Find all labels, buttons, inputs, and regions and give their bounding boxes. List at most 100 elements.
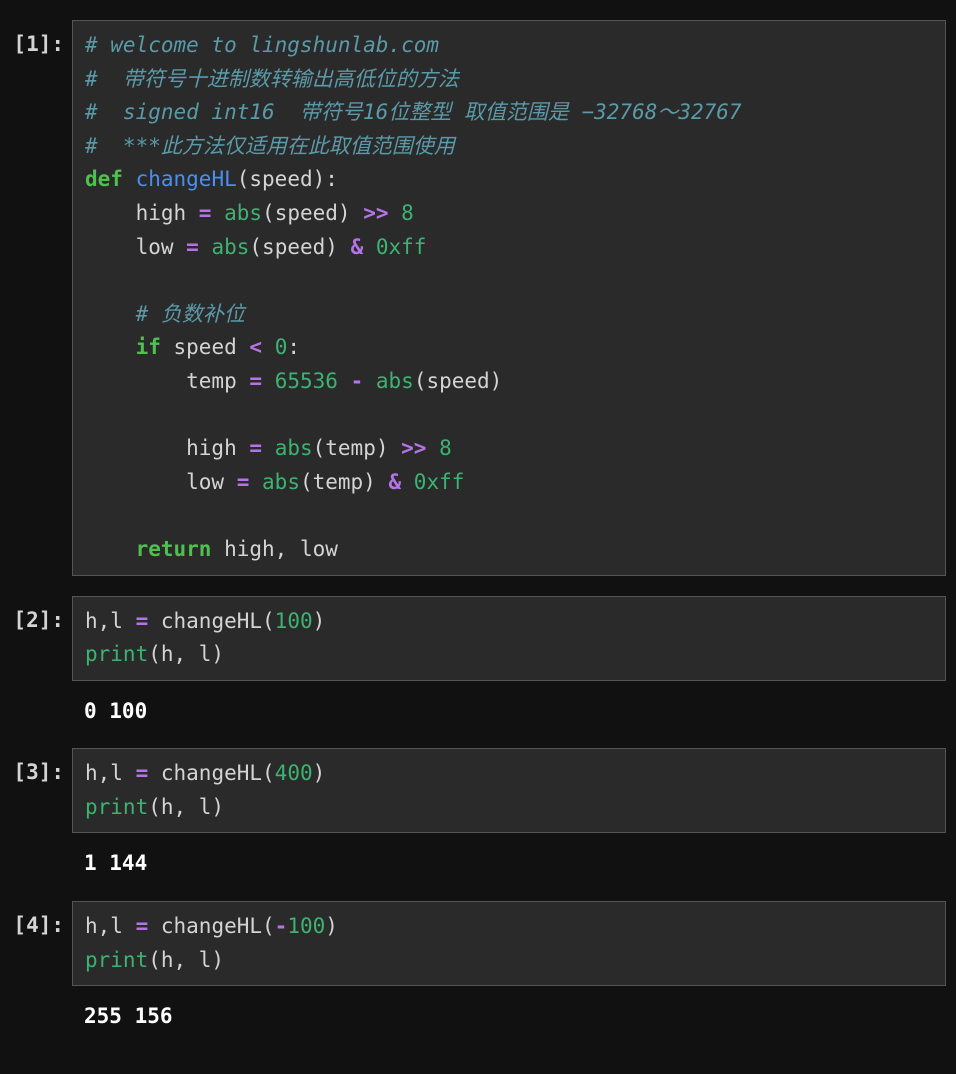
token-var: [363, 369, 376, 393]
token-keyword: def: [85, 167, 123, 191]
token-builtin: abs: [376, 369, 414, 393]
token-var: temp: [85, 369, 249, 393]
code-input[interactable]: h,l = changeHL(100)print(h, l): [72, 596, 946, 681]
cell-1: [1]: # welcome to lingshunlab.com # 带符号十进制…: [10, 20, 946, 576]
cell-2: [2]:h,l = changeHL(100)print(h, l)0 100: [10, 596, 946, 729]
cell-prompt: [4]:: [10, 901, 72, 1034]
code-line: high = abs(speed) >> 8: [85, 197, 933, 231]
code-line: # ***此方法仅适用在此取值范围使用: [85, 130, 933, 164]
token-number-lit: 0xff: [414, 470, 465, 494]
code-line: # 带符号十进制数转输出高低位的方法: [85, 63, 933, 97]
code-line: [85, 264, 933, 298]
cell-4: [4]:h,l = changeHL(-100)print(h, l)255 1…: [10, 901, 946, 1034]
token-var: h,l: [85, 609, 136, 633]
token-var: (temp): [313, 436, 402, 460]
token-operator: &: [388, 470, 401, 494]
token-var: high: [85, 436, 249, 460]
token-var: [85, 537, 136, 561]
code-line: h,l = changeHL(-100): [85, 910, 933, 944]
token-var: changeHL(: [148, 761, 274, 785]
cell-content: h,l = changeHL(400)print(h, l)1 144: [72, 748, 946, 881]
code-line: [85, 399, 933, 433]
token-number-lit: 100: [287, 914, 325, 938]
token-var: [85, 503, 136, 527]
token-var: (h, l): [148, 795, 224, 819]
token-var: [249, 470, 262, 494]
token-operator: <: [249, 335, 262, 359]
token-comment: # 带符号十进制数转输出高低位的方法: [85, 67, 459, 91]
token-var: :: [287, 335, 300, 359]
token-comment: # 负数补位: [136, 302, 245, 326]
token-var: high: [85, 201, 199, 225]
token-var: [199, 235, 212, 259]
token-number-lit: 8: [401, 201, 414, 225]
code-line: if speed < 0:: [85, 331, 933, 365]
token-operator: =: [136, 761, 149, 785]
token-builtin: print: [85, 795, 148, 819]
token-operator: -: [351, 369, 364, 393]
code-input[interactable]: # welcome to lingshunlab.com # 带符号十进制数转输出…: [72, 20, 946, 576]
code-line: return high, low: [85, 533, 933, 567]
code-line: # signed int16 带符号16位整型 取值范围是 −32768～327…: [85, 96, 933, 130]
token-operator: -: [275, 914, 288, 938]
token-number-lit: 65536: [275, 369, 338, 393]
token-var: speed: [161, 335, 250, 359]
code-line: # 负数补位: [85, 298, 933, 332]
token-var: (speed): [262, 201, 363, 225]
token-var: [123, 167, 136, 191]
token-var: (h, l): [148, 948, 224, 972]
token-var: changeHL(: [148, 914, 274, 938]
code-input[interactable]: h,l = changeHL(400)print(h, l): [72, 748, 946, 833]
token-var: [262, 335, 275, 359]
token-var: [85, 335, 136, 359]
token-var: (speed): [414, 369, 503, 393]
token-var: ): [325, 914, 338, 938]
code-line: h,l = changeHL(400): [85, 757, 933, 791]
token-operator: =: [237, 470, 250, 494]
code-input[interactable]: h,l = changeHL(-100)print(h, l): [72, 901, 946, 986]
token-var: [426, 436, 439, 460]
token-var: h,l: [85, 761, 136, 785]
token-operator: =: [249, 436, 262, 460]
token-number-lit: 0xff: [376, 235, 427, 259]
token-comment: # ***此方法仅适用在此取值范围使用: [85, 134, 455, 158]
token-comment: # welcome to lingshunlab.com: [85, 33, 439, 57]
token-var: [389, 201, 402, 225]
token-keyword: return: [136, 537, 212, 561]
cell-prompt: [1]:: [10, 20, 72, 576]
cell-content: h,l = changeHL(-100)print(h, l)255 156: [72, 901, 946, 1034]
token-number-lit: 0: [275, 335, 288, 359]
cell-prompt: [3]:: [10, 748, 72, 881]
token-var: [262, 369, 275, 393]
token-var: ): [313, 761, 326, 785]
token-var: ): [313, 609, 326, 633]
code-line: print(h, l): [85, 791, 933, 825]
notebook: [1]: # welcome to lingshunlab.com # 带符号十进制…: [10, 20, 946, 1034]
token-builtin: abs: [262, 470, 300, 494]
token-var: low: [85, 235, 186, 259]
code-line: [85, 499, 933, 533]
code-line: print(h, l): [85, 638, 933, 672]
code-line: print(h, l): [85, 944, 933, 978]
token-operator: &: [351, 235, 364, 259]
token-number-lit: 8: [439, 436, 452, 460]
token-operator: =: [186, 235, 199, 259]
cell-output: 1 144: [72, 833, 946, 881]
token-var: (temp): [300, 470, 389, 494]
token-operator: =: [199, 201, 212, 225]
token-operator: >>: [401, 436, 426, 460]
token-builtin: abs: [224, 201, 262, 225]
cell-content: h,l = changeHL(100)print(h, l)0 100: [72, 596, 946, 729]
token-var: h,l: [85, 914, 136, 938]
token-var: high, low: [211, 537, 337, 561]
cell-output: 0 100: [72, 681, 946, 729]
token-operator: =: [136, 914, 149, 938]
code-line: temp = 65536 - abs(speed): [85, 365, 933, 399]
token-var: [401, 470, 414, 494]
token-var: [211, 201, 224, 225]
code-line: high = abs(temp) >> 8: [85, 432, 933, 466]
token-number-lit: 100: [275, 609, 313, 633]
token-comment: # signed int16 带符号16位整型 取值范围是 −32768～327…: [85, 100, 742, 124]
token-var: (speed): [249, 235, 350, 259]
token-var: [85, 268, 136, 292]
